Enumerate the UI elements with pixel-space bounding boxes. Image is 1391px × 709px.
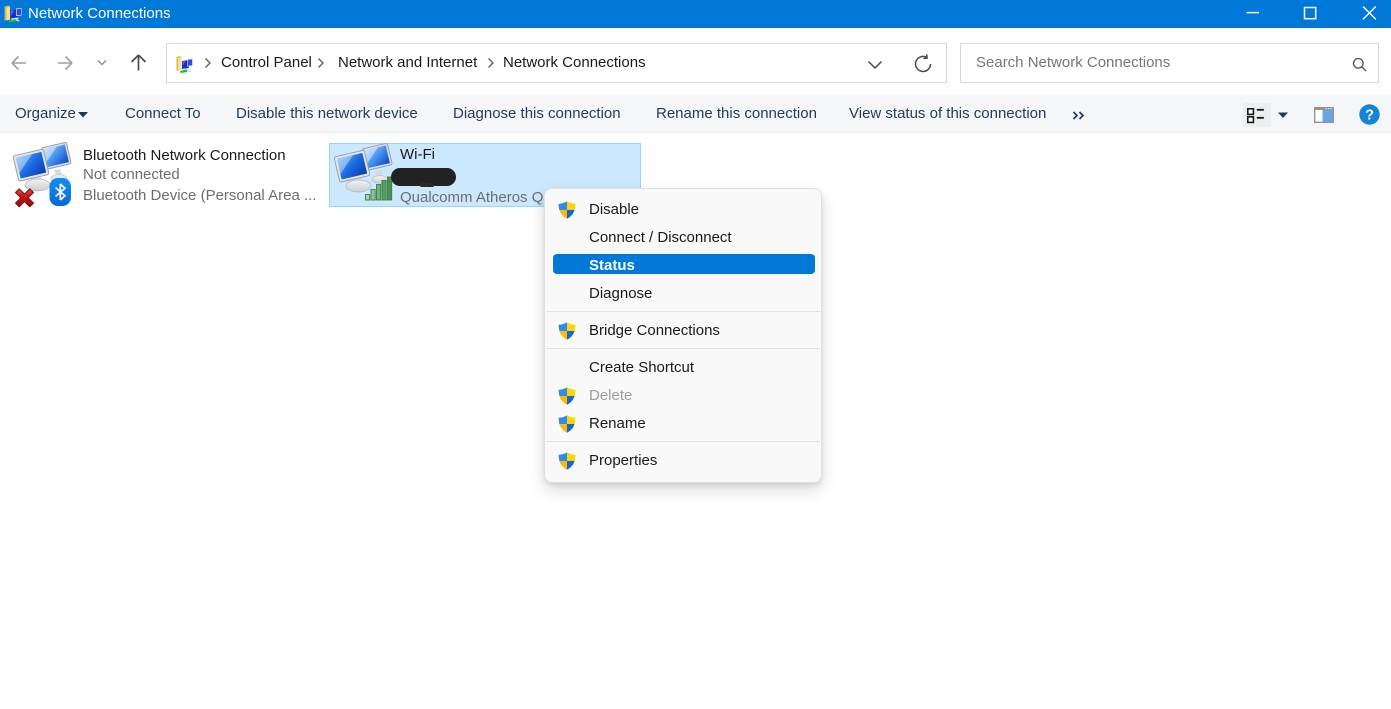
svg-text:?: ? bbox=[1365, 108, 1374, 124]
